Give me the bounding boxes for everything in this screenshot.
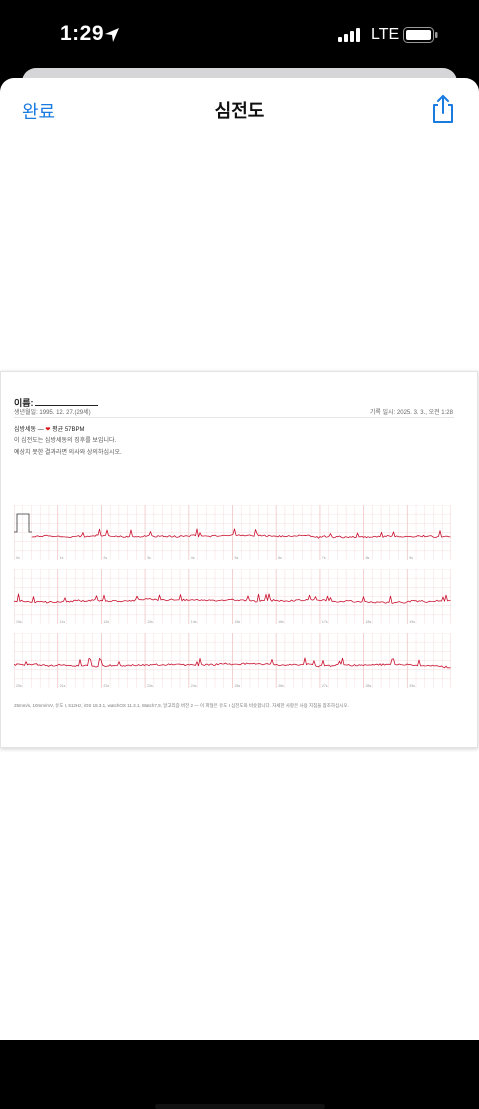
second-label: 9s xyxy=(409,556,413,560)
location-arrow-icon xyxy=(105,28,119,42)
date-of-birth: 생년월일: 1995. 12. 27.(29세) xyxy=(14,410,91,416)
second-label: 13s xyxy=(147,620,153,624)
ecg-sheet: 완료 심전도 이름: 생년월일: 1995. 12. 27.(29세) 기록 일… xyxy=(0,78,479,1109)
second-label: 12s xyxy=(103,620,109,624)
second-label: 4s xyxy=(191,556,195,560)
battery-icon xyxy=(403,27,438,43)
second-label: 19s xyxy=(409,620,415,624)
second-label: 23s xyxy=(147,684,153,688)
header-divider xyxy=(14,417,454,418)
second-label: 28s xyxy=(366,684,372,688)
heart-icon: ❤ xyxy=(45,427,51,433)
advice-description: 예상치 못한 결과라면 의사와 상의하십시오. xyxy=(14,450,122,456)
status-time: 1:29 xyxy=(60,22,105,45)
home-indicator[interactable] xyxy=(155,1104,325,1109)
recorded-date: 기록 일시: 2025. 3. 3., 오전 1:28 xyxy=(369,410,453,416)
second-label: 24s xyxy=(191,684,197,688)
carrier-label: LTE xyxy=(371,26,400,43)
page-title: 심전도 xyxy=(214,101,265,122)
rhythm-label: 심방세동 — xyxy=(14,427,44,433)
second-label: 2s xyxy=(103,556,107,560)
recording-footer: 25mm/s, 10mm/mV, 유도 I, 512Hz, iOS 18.3.1… xyxy=(14,703,349,708)
result-description: 이 심전도는 심방세동의 징후를 보입니다. xyxy=(14,438,117,444)
second-label: 5s xyxy=(235,556,239,560)
status-bar: 1:29 LTE xyxy=(0,0,479,70)
second-label: 17s xyxy=(322,620,328,624)
cellular-signal-icon xyxy=(338,28,360,42)
second-label: 0s xyxy=(16,556,20,560)
second-label: 16s xyxy=(278,620,284,624)
second-label: 7s xyxy=(322,556,326,560)
second-label: 8s xyxy=(366,556,370,560)
second-label: 11s xyxy=(60,620,66,624)
ecg-strip-3: 20s 21s 22s 23s 24s 25s 26s 27s 28s 29s xyxy=(14,633,451,688)
rhythm-result: 심방세동 — ❤ 평균 57BPM xyxy=(14,424,85,433)
second-label: 14s xyxy=(191,620,197,624)
average-bpm: 평균 57BPM xyxy=(52,427,85,433)
share-icon[interactable] xyxy=(430,94,456,124)
second-label: 29s xyxy=(409,684,415,688)
second-label: 10s xyxy=(16,620,22,624)
second-label: 26s xyxy=(278,684,284,688)
second-label: 18s xyxy=(366,620,372,624)
ecg-strip-1: 0s 1s 2s 3s 4s 5s 6s 7s 8s 9s xyxy=(14,505,451,560)
second-label: 22s xyxy=(103,684,109,688)
second-label: 20s xyxy=(16,684,22,688)
second-label: 15s xyxy=(235,620,241,624)
second-label: 27s xyxy=(322,684,328,688)
second-label: 3s xyxy=(147,556,151,560)
second-label: 1s xyxy=(60,556,64,560)
ecg-strip-2: 10s 11s 12s 13s 14s 15s 16s 17s 18s 19s xyxy=(14,569,451,624)
ecg-document: 이름: 생년월일: 1995. 12. 27.(29세) 기록 일시: 2025… xyxy=(0,371,478,748)
name-underline xyxy=(35,405,98,406)
second-label: 25s xyxy=(235,684,241,688)
second-label: 21s xyxy=(60,684,66,688)
second-label: 6s xyxy=(278,556,282,560)
